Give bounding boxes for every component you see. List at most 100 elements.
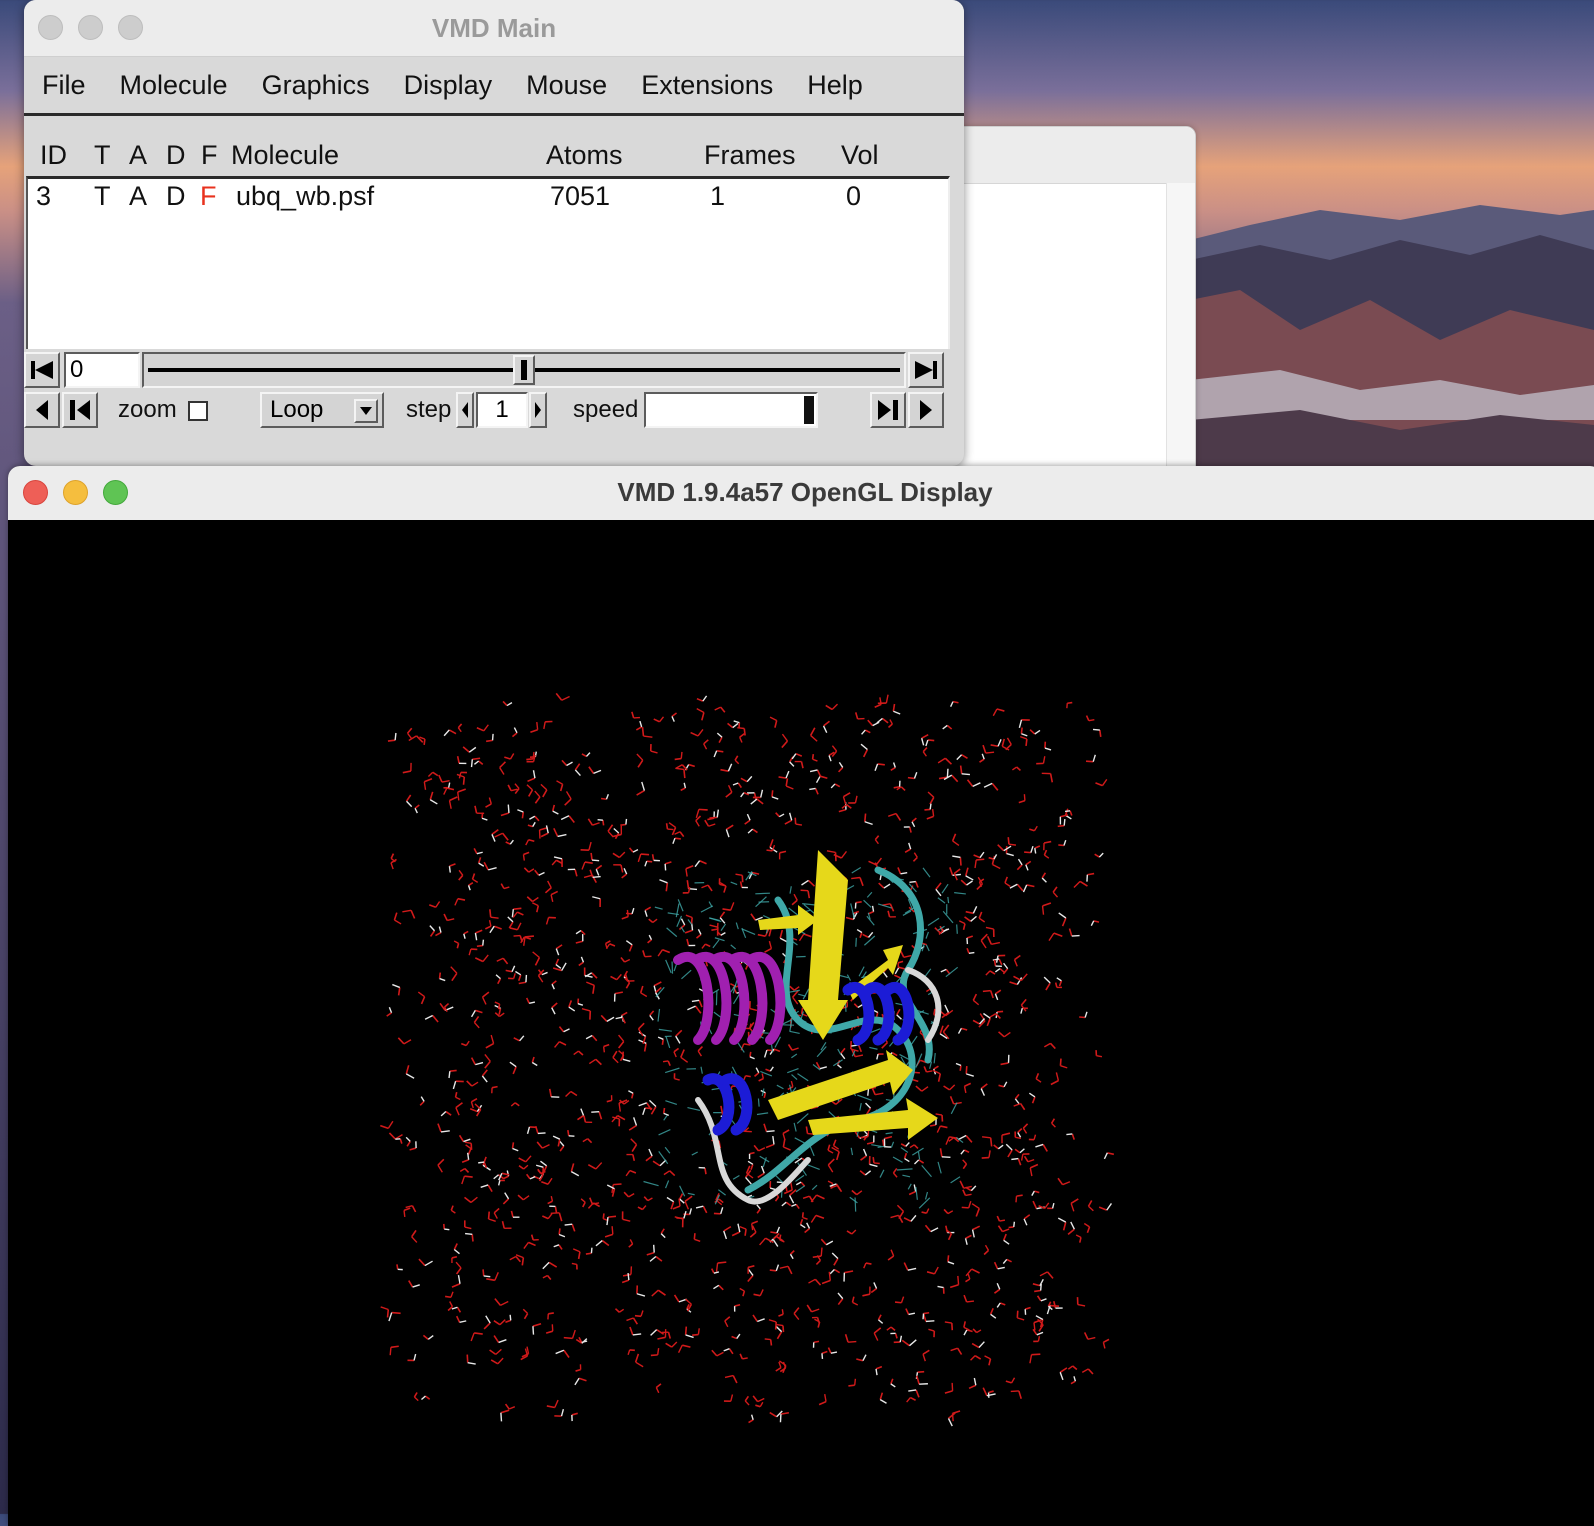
water-bond bbox=[541, 784, 547, 789]
loop-mode-dropdown[interactable]: Loop bbox=[260, 392, 384, 428]
water-bond bbox=[733, 723, 738, 727]
water-bond bbox=[412, 1237, 417, 1243]
menu-help[interactable]: Help bbox=[807, 70, 863, 101]
water-bond bbox=[766, 1069, 771, 1071]
water-bond bbox=[523, 852, 529, 854]
water-bond bbox=[984, 1250, 988, 1254]
water-bond bbox=[995, 994, 997, 1000]
water-bond bbox=[946, 1226, 948, 1233]
mol-top-flag[interactable]: T bbox=[94, 181, 111, 212]
water-bond bbox=[458, 1275, 460, 1284]
water-bond bbox=[457, 1316, 460, 1322]
water-bond bbox=[882, 718, 888, 722]
water-bond bbox=[474, 848, 477, 853]
play-forward-button[interactable] bbox=[908, 392, 944, 428]
water-bond bbox=[1060, 1372, 1063, 1380]
water-bond bbox=[1053, 892, 1057, 897]
water-bond bbox=[604, 1045, 609, 1047]
water-bond bbox=[603, 820, 604, 825]
menu-file[interactable]: File bbox=[42, 70, 86, 101]
frame-slider-thumb[interactable] bbox=[513, 355, 535, 385]
speed-slider[interactable] bbox=[644, 392, 818, 428]
side-chain-bond bbox=[665, 1068, 679, 1072]
water-bond bbox=[462, 1176, 465, 1184]
col-molecule[interactable]: Molecule bbox=[231, 140, 339, 171]
step-back-button[interactable] bbox=[62, 392, 98, 428]
water-bond bbox=[438, 1165, 442, 1172]
skip-end-icon bbox=[913, 359, 939, 381]
side-chain-bond bbox=[736, 923, 738, 930]
water-bond bbox=[495, 1272, 498, 1280]
background-window-scrollbar[interactable] bbox=[1166, 183, 1195, 487]
mol-drawn-flag[interactable]: D bbox=[166, 181, 186, 212]
step-decrement-button[interactable] bbox=[456, 392, 474, 428]
water-bond bbox=[901, 1297, 903, 1303]
water-bond bbox=[630, 848, 634, 852]
molecule-render-canvas[interactable] bbox=[8, 520, 1594, 1526]
water-bond bbox=[650, 1015, 654, 1020]
menu-mouse[interactable]: Mouse bbox=[526, 70, 607, 101]
water-bond bbox=[544, 722, 545, 729]
goto-start-button[interactable] bbox=[24, 352, 60, 388]
col-active[interactable]: A bbox=[129, 140, 147, 171]
water-bond bbox=[524, 1242, 529, 1248]
frame-number-field[interactable] bbox=[64, 352, 140, 388]
water-bond bbox=[1060, 1368, 1067, 1372]
water-bond bbox=[586, 753, 590, 757]
menu-molecule[interactable]: Molecule bbox=[120, 70, 228, 101]
col-atoms[interactable]: Atoms bbox=[546, 140, 623, 171]
col-drawn[interactable]: D bbox=[166, 140, 186, 171]
water-bond bbox=[1035, 846, 1040, 848]
water-bond bbox=[1022, 1154, 1023, 1160]
water-bond bbox=[735, 756, 738, 760]
water-bond bbox=[910, 1145, 914, 1148]
water-bond bbox=[491, 1035, 493, 1044]
water-bond bbox=[661, 1229, 664, 1234]
water-bond bbox=[746, 965, 748, 970]
water-bond bbox=[982, 1158, 989, 1159]
speed-slider-thumb[interactable] bbox=[804, 396, 814, 424]
water-bond bbox=[473, 879, 478, 882]
water-bond bbox=[673, 838, 675, 844]
water-bond bbox=[990, 1014, 996, 1017]
play-reverse-button[interactable] bbox=[24, 392, 60, 428]
water-bond bbox=[846, 1334, 848, 1342]
col-top[interactable]: T bbox=[94, 140, 111, 171]
water-bond bbox=[953, 841, 959, 845]
mol-active-flag[interactable]: A bbox=[129, 181, 147, 212]
frame-slider[interactable] bbox=[142, 352, 906, 388]
water-bond bbox=[626, 819, 627, 825]
water-bond bbox=[1034, 1323, 1035, 1331]
water-bond bbox=[838, 1299, 842, 1305]
molecule-list[interactable]: 3 T A D F ubq_wb.psf 7051 1 0 bbox=[26, 176, 950, 349]
menu-extensions[interactable]: Extensions bbox=[641, 70, 773, 101]
arrow-right-icon bbox=[534, 401, 542, 419]
dropdown-arrow[interactable] bbox=[354, 399, 378, 423]
water-bond bbox=[685, 1196, 692, 1201]
zoom-checkbox[interactable] bbox=[188, 401, 208, 421]
molecule-row[interactable]: 3 T A D F ubq_wb.psf 7051 1 0 bbox=[28, 179, 948, 217]
step-forward-button[interactable] bbox=[870, 392, 906, 428]
step-input[interactable] bbox=[476, 392, 528, 428]
menu-display[interactable]: Display bbox=[404, 70, 493, 101]
col-frames[interactable]: Frames bbox=[704, 140, 796, 171]
water-bond bbox=[495, 1002, 500, 1004]
goto-end-button[interactable] bbox=[908, 352, 944, 388]
water-bond bbox=[1045, 748, 1051, 750]
mol-fixed-flag[interactable]: F bbox=[200, 181, 217, 212]
step-increment-button[interactable] bbox=[529, 392, 547, 428]
water-bond bbox=[764, 1093, 765, 1098]
menu-graphics[interactable]: Graphics bbox=[262, 70, 370, 101]
col-id[interactable]: ID bbox=[40, 140, 67, 171]
water-bond bbox=[737, 1334, 740, 1339]
water-bond bbox=[399, 987, 400, 995]
water-bond bbox=[439, 927, 441, 933]
side-chain-bond bbox=[715, 938, 725, 941]
water-bond bbox=[994, 960, 995, 966]
water-bond bbox=[473, 873, 475, 879]
col-vol[interactable]: Vol bbox=[841, 140, 879, 171]
water-bond bbox=[966, 868, 968, 876]
water-bond bbox=[526, 840, 529, 845]
col-fixed[interactable]: F bbox=[201, 140, 218, 171]
water-bond bbox=[728, 723, 733, 727]
